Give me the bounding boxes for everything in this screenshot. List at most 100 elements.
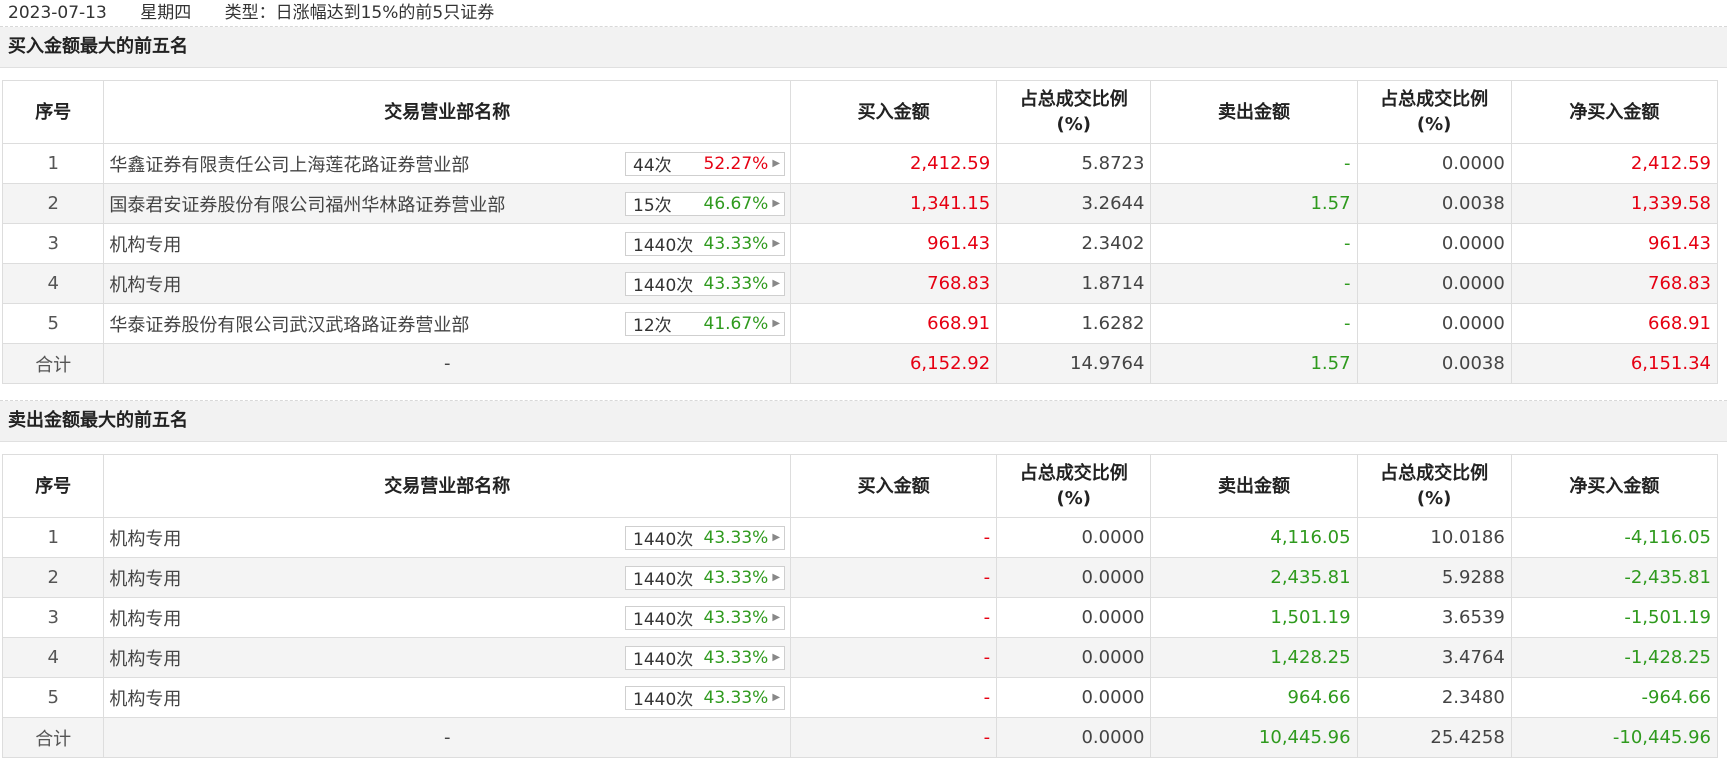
- header-bar: 2023-07-13 星期四 类型：日涨幅达到15%的前5只证券: [0, 0, 1727, 27]
- dept-cell: 国泰君安证券股份有限公司福州华林路证券营业部 15次 46.67% ▶: [103, 183, 792, 224]
- dept-trade-count: 15次: [633, 196, 672, 216]
- buy-amount: -: [790, 637, 998, 678]
- sell-ratio: 0.0000: [1356, 223, 1512, 264]
- row-index: 5: [1, 677, 105, 718]
- total-sell-amount: 10,445.96: [1150, 717, 1358, 758]
- buy-ratio: 0.0000: [996, 637, 1152, 678]
- dept-name-link[interactable]: 机构专用: [109, 685, 181, 711]
- dept-stats-button[interactable]: 1440次 43.33% ▶: [625, 685, 786, 710]
- table-row: 4 机构专用 1440次 43.33% ▶ 768.83 1.8714-0.0000 768.…: [1, 263, 1719, 304]
- col-net-header: 净买入金额: [1510, 80, 1719, 144]
- table-row: 1 机构专用 1440次 43.33% ▶ -0.0000 4,116.05 10.0186-…: [1, 517, 1719, 558]
- col-sell-header: 卖出金额: [1150, 454, 1358, 518]
- dept-stats-button[interactable]: 1440次 43.33% ▶: [625, 231, 786, 256]
- table-header-row: 序号 交易营业部名称 买入金额 占总成交比例 (%) 卖出金额 占总成交比例 (%)…: [1, 80, 1719, 144]
- dept-name-link[interactable]: 机构专用: [109, 645, 181, 671]
- dept-name-link[interactable]: 机构专用: [109, 565, 181, 591]
- total-label: 合计: [1, 717, 105, 758]
- dept-name-link[interactable]: 国泰君安证券股份有限公司福州华林路证券营业部: [109, 191, 505, 217]
- table-row: 3 机构专用 1440次 43.33% ▶ -0.0000 1,501.19 3.6539 -1…: [1, 597, 1719, 638]
- dept-win-rate: 43.33%: [703, 233, 769, 254]
- dept-stats-button[interactable]: 44次 52.27% ▶: [625, 151, 786, 176]
- dept-name-link[interactable]: 华鑫证券有限责任公司上海莲花路证券营业部: [109, 151, 469, 177]
- dept-stats-button[interactable]: 1440次 43.33% ▶: [625, 525, 786, 550]
- dept-stats-button[interactable]: 12次 41.67% ▶: [625, 311, 786, 336]
- net-amount: 2,412.59: [1510, 143, 1719, 184]
- dept-stats-button[interactable]: 1440次 43.33% ▶: [625, 565, 786, 590]
- total-row: 合计 -6,152.92 14.9764 1.57 0.0038 6,151.34: [1, 343, 1719, 384]
- dept-trade-count: 1440次: [633, 236, 694, 256]
- buy-ratio: 5.8723: [996, 143, 1152, 184]
- net-amount: 961.43: [1510, 223, 1719, 264]
- sell-amount: 2,435.81: [1150, 557, 1358, 598]
- dept-stats-button[interactable]: 15次 46.67% ▶: [625, 191, 786, 216]
- sell-amount: -: [1150, 143, 1358, 184]
- dept-trade-count: 1440次: [633, 650, 694, 670]
- buy-ratio: 2.3402: [996, 223, 1152, 264]
- total-net-amount: -10,445.96: [1510, 717, 1719, 758]
- caret-right-icon: ▶: [772, 278, 781, 289]
- dept-cell: 机构专用 1440次 43.33% ▶: [103, 597, 792, 638]
- dept-stats-button[interactable]: 1440次 43.33% ▶: [625, 271, 786, 296]
- total-label: 合计: [1, 343, 105, 384]
- table-row: 5 华泰证券股份有限公司武汉武珞路证券营业部 12次 41.67% ▶ 668.91 1.6…: [1, 303, 1719, 344]
- sell-ratio: 3.6539: [1356, 597, 1512, 638]
- row-index: 4: [1, 637, 105, 678]
- sell-amount: 4,116.05: [1150, 517, 1358, 558]
- table-row: 1 华鑫证券有限责任公司上海莲花路证券营业部 44次 52.27% ▶ 2,412.59 5…: [1, 143, 1719, 184]
- col-buy-header: 买入金额: [790, 454, 998, 518]
- caret-right-icon: ▶: [772, 612, 781, 623]
- row-index: 4: [1, 263, 105, 304]
- dept-cell: 机构专用 1440次 43.33% ▶: [103, 517, 792, 558]
- col-net-header: 净买入金额: [1510, 454, 1719, 518]
- sell-ratio: 5.9288: [1356, 557, 1512, 598]
- dept-win-rate: 43.33%: [703, 567, 769, 588]
- caret-right-icon: ▶: [772, 318, 781, 329]
- sell-amount: -: [1150, 263, 1358, 304]
- buy-ratio: 0.0000: [996, 597, 1152, 638]
- buy-ratio: 0.0000: [996, 677, 1152, 718]
- buy-ratio: 1.6282: [996, 303, 1152, 344]
- dept-win-rate: 43.33%: [703, 687, 769, 708]
- dept-trade-count: 1440次: [633, 570, 694, 590]
- net-amount: -1,501.19: [1510, 597, 1719, 638]
- dept-stats-button[interactable]: 1440次 43.33% ▶: [625, 605, 786, 630]
- caret-right-icon: ▶: [772, 238, 781, 249]
- col-index-header: 序号: [1, 80, 105, 144]
- net-amount: -4,116.05: [1510, 517, 1719, 558]
- total-buy-amount: 6,152.92: [790, 343, 998, 384]
- buy-amount: -: [790, 557, 998, 598]
- dept-win-rate: 52.27%: [703, 153, 769, 174]
- sell-top5-table: 序号 交易营业部名称 买入金额 占总成交比例 (%) 卖出金额 占总成交比例 (%)…: [1, 454, 1719, 758]
- dept-stats-button[interactable]: 1440次 43.33% ▶: [625, 645, 786, 670]
- col-dept-header: 交易营业部名称: [103, 454, 792, 518]
- col-sell-ratio-header: 占总成交比例 (%): [1356, 80, 1512, 144]
- col-buy-ratio-header: 占总成交比例 (%): [996, 454, 1152, 518]
- dept-name-link[interactable]: 华泰证券股份有限公司武汉武珞路证券营业部: [109, 311, 469, 337]
- sell-ratio: 0.0000: [1356, 263, 1512, 304]
- row-index: 3: [1, 223, 105, 264]
- sell-ratio: 2.3480: [1356, 677, 1512, 718]
- total-buy-ratio: 0.0000: [996, 717, 1152, 758]
- sell-top5-body: 1 机构专用 1440次 43.33% ▶ -0.0000 4,116.05 10.0186-…: [1, 517, 1719, 758]
- sell-top5-title: 卖出金额最大的前五名: [0, 401, 1727, 442]
- total-sell-amount: 1.57: [1150, 343, 1358, 384]
- sell-ratio: 10.0186: [1356, 517, 1512, 558]
- buy-ratio: 0.0000: [996, 517, 1152, 558]
- buy-amount: 768.83: [790, 263, 998, 304]
- dept-name-link[interactable]: 机构专用: [109, 271, 181, 297]
- buy-amount: 961.43: [790, 223, 998, 264]
- dept-cell: 华鑫证券有限责任公司上海莲花路证券营业部 44次 52.27% ▶: [103, 143, 792, 184]
- total-buy-amount: -: [790, 717, 998, 758]
- net-amount: -1,428.25: [1510, 637, 1719, 678]
- dept-name-link[interactable]: 机构专用: [109, 605, 181, 631]
- caret-right-icon: ▶: [772, 158, 781, 169]
- dept-trade-count: 1440次: [633, 276, 694, 296]
- dept-name-link[interactable]: 机构专用: [109, 231, 181, 257]
- dept-name-link[interactable]: 机构专用: [109, 525, 181, 551]
- dept-cell: 机构专用 1440次 43.33% ▶: [103, 223, 792, 264]
- buy-amount: -: [790, 517, 998, 558]
- buy-amount: 2,412.59: [790, 143, 998, 184]
- table-row: 3 机构专用 1440次 43.33% ▶ 961.43 2.3402-0.0000 961.…: [1, 223, 1719, 264]
- net-amount: 668.91: [1510, 303, 1719, 344]
